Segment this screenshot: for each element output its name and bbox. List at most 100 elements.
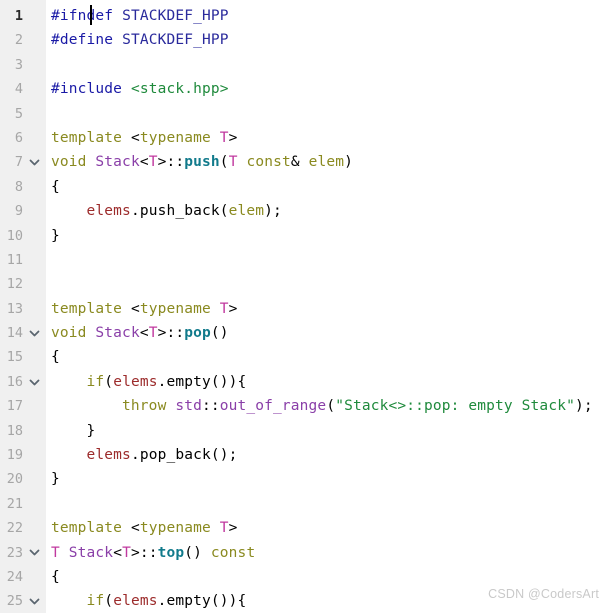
gutter-row[interactable]: 1 <box>0 4 46 28</box>
code-line[interactable]: template <typename T> <box>46 126 605 150</box>
line-number: 24 <box>6 568 23 585</box>
code-line[interactable]: void Stack<T>::pop() <box>46 321 605 345</box>
code-token: ); <box>264 203 282 220</box>
gutter-row[interactable]: 20 <box>0 467 46 491</box>
chevron-down-icon[interactable] <box>28 541 41 565</box>
gutter-row[interactable]: 11 <box>0 248 46 272</box>
chevron-down-icon[interactable] <box>28 321 41 345</box>
code-token: T <box>219 129 229 146</box>
gutter-row[interactable]: 14 <box>0 321 46 345</box>
gutter-row[interactable]: 23 <box>0 541 46 565</box>
code-line[interactable]: { <box>46 175 605 199</box>
code-line[interactable]: { <box>46 565 605 589</box>
code-line[interactable]: elems.push_back(elem); <box>46 199 605 223</box>
code-token: { <box>51 568 60 585</box>
code-line[interactable]: } <box>46 419 605 443</box>
code-line[interactable]: { <box>46 345 605 369</box>
gutter-row[interactable]: 4 <box>0 77 46 101</box>
code-token: T <box>219 300 229 317</box>
gutter-row[interactable]: 21 <box>0 492 46 516</box>
gutter-row[interactable]: 9 <box>0 199 46 223</box>
line-number: 5 <box>14 105 23 122</box>
line-number: 9 <box>14 203 23 220</box>
line-number: 14 <box>6 325 23 342</box>
code-token: elems <box>86 447 131 464</box>
gutter-row[interactable]: 15 <box>0 345 46 369</box>
code-token: ( <box>104 373 114 390</box>
line-number: 4 <box>14 81 23 98</box>
line-number-gutter[interactable]: 1 2 3 4 5 6 7 8 9 10 11 12 13 14 15 16 17 18 19 20 21 22 23 24 2… <box>0 0 46 613</box>
gutter-row[interactable]: 25 <box>0 589 46 613</box>
line-number: 1 <box>14 8 23 24</box>
code-token: #ifndef <box>51 8 114 24</box>
code-line[interactable]: ​ <box>46 102 605 126</box>
gutter-row[interactable]: 13 <box>0 297 46 321</box>
code-line[interactable]: #include <stack.hpp> <box>46 77 605 101</box>
code-token: T <box>51 544 60 561</box>
line-number: 22 <box>6 520 23 537</box>
chevron-down-icon[interactable] <box>28 150 41 174</box>
gutter-row[interactable]: 16 <box>0 370 46 394</box>
gutter-row[interactable]: 3 <box>0 53 46 77</box>
chevron-down-icon[interactable] <box>28 589 41 613</box>
gutter-row[interactable]: 22 <box>0 516 46 540</box>
code-line[interactable]: } <box>46 467 605 491</box>
gutter-row[interactable]: 18 <box>0 419 46 443</box>
code-line[interactable]: ​ <box>46 53 605 77</box>
code-line[interactable]: throw std::out_of_range("Stack<>::pop: e… <box>46 394 605 418</box>
line-number: 8 <box>14 178 23 195</box>
code-token: pop_back <box>139 447 211 464</box>
code-line[interactable]: #ifndef STACKDEF_HPP <box>46 4 605 28</box>
code-line[interactable]: #define STACKDEF_HPP <box>46 28 605 52</box>
code-token: :: <box>201 398 220 415</box>
gutter-row[interactable]: 7 <box>0 150 46 174</box>
code-editor[interactable]: 1 2 3 4 5 6 7 8 9 10 11 12 13 14 15 16 17 18 19 20 21 22 23 24 2… <box>0 0 605 613</box>
gutter-row[interactable]: 8 <box>0 175 46 199</box>
code-line[interactable]: } <box>46 224 605 248</box>
code-line[interactable]: if(elems.empty()){ <box>46 370 605 394</box>
line-number: 20 <box>6 471 23 488</box>
code-line[interactable]: ​ <box>46 248 605 272</box>
code-line[interactable]: template <typename T> <box>46 516 605 540</box>
code-token: <stack.hpp> <box>130 81 229 98</box>
line-number: 19 <box>6 447 23 464</box>
line-number: 16 <box>6 373 23 390</box>
code-token: elem <box>228 203 265 220</box>
gutter-row[interactable]: 2 <box>0 28 46 52</box>
line-number: 12 <box>6 276 23 293</box>
code-token: < <box>139 154 149 171</box>
gutter-row[interactable]: 5 <box>0 102 46 126</box>
gutter-row[interactable]: 19 <box>0 443 46 467</box>
code-token: > <box>228 129 238 146</box>
code-token: < <box>139 325 149 342</box>
watermark: CSDN @CodersArt <box>488 587 599 601</box>
gutter-row[interactable]: 12 <box>0 272 46 296</box>
code-token: template <box>51 300 123 317</box>
code-token: ( <box>219 203 229 220</box>
code-line[interactable]: elems.pop_back(); <box>46 443 605 467</box>
gutter-row[interactable]: 24 <box>0 565 46 589</box>
code-line[interactable]: void Stack<T>::push(T const& elem) <box>46 150 605 174</box>
gutter-row[interactable]: 6 <box>0 126 46 150</box>
code-token: void <box>51 325 87 342</box>
code-token: < <box>130 520 140 537</box>
code-token: } <box>86 422 96 439</box>
code-token: elems <box>113 593 158 610</box>
line-number: 2 <box>14 32 23 49</box>
code-line[interactable]: T Stack<T>::top() const <box>46 541 605 565</box>
code-token: out_of_range <box>219 398 327 415</box>
code-content-area[interactable]: #ifndef STACKDEF_HPP #define STACKDEF_HPP… <box>46 0 605 613</box>
gutter-row[interactable]: 10 <box>0 224 46 248</box>
code-line[interactable]: ​ <box>46 492 605 516</box>
code-line[interactable]: template <typename T> <box>46 297 605 321</box>
code-token: } <box>51 471 60 488</box>
gutter-row[interactable]: 17 <box>0 394 46 418</box>
line-number: 10 <box>6 227 23 244</box>
code-token: > <box>228 520 238 537</box>
chevron-down-icon[interactable] <box>28 370 41 394</box>
code-token: () <box>210 325 229 342</box>
code-token: T <box>219 520 229 537</box>
code-line[interactable]: ​ <box>46 272 605 296</box>
